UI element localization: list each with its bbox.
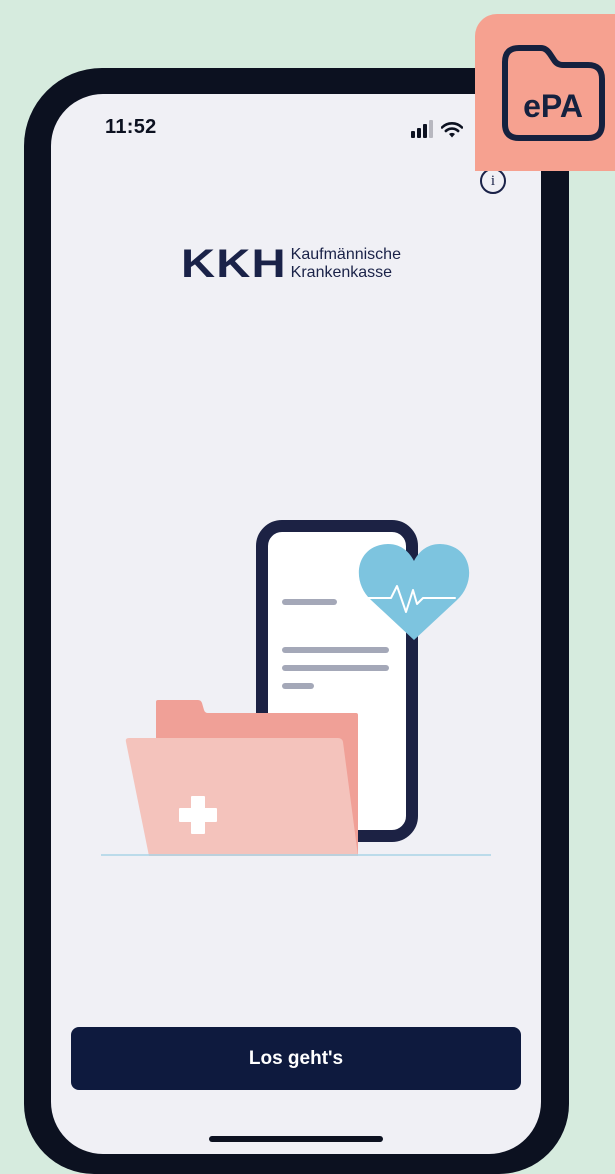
info-icon[interactable]: i	[480, 168, 506, 194]
status-bar-icons	[411, 116, 463, 138]
logo-mark: KKH	[181, 242, 287, 286]
medical-folder-icon	[125, 700, 358, 856]
wifi-icon	[441, 122, 463, 138]
signal-icon	[411, 120, 433, 138]
epa-badge-label: ePA	[523, 88, 583, 124]
kkh-logo: KKH Kaufmännische Krankenkasse	[181, 244, 401, 284]
welcome-illustration	[101, 520, 491, 856]
logo-wordmark: Kaufmännische Krankenkasse	[291, 246, 401, 282]
logo-line-1: Kaufmännische	[290, 246, 401, 263]
home-indicator[interactable]	[209, 1136, 383, 1142]
folder-icon: ePA	[502, 45, 605, 141]
status-bar-time: 11:52	[105, 116, 157, 138]
app-screen: 11:52 i KKH Kaufmännische Krankenkasse L…	[51, 94, 541, 1154]
logo-line-2: Krankenkasse	[290, 264, 393, 281]
start-button[interactable]: Los geht's	[71, 1027, 521, 1090]
epa-badge: ePA	[475, 14, 615, 171]
